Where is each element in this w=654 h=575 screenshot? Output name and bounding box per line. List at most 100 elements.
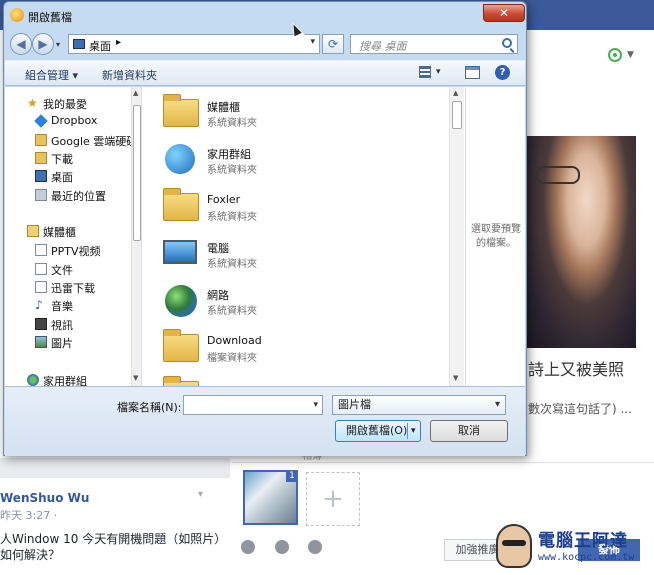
forward-button[interactable]: ▶ — [32, 33, 54, 55]
scroll-up-icon[interactable]: ▲ — [453, 89, 458, 97]
dropbox-icon — [34, 114, 48, 128]
dialog-footer: 檔案名稱(N): 圖片檔 開啟舊檔(O) ▾ 取消 — [5, 386, 525, 456]
open-button[interactable]: 開啟舊檔(O) ▾ — [335, 420, 421, 442]
file-list-scrollbar[interactable]: ▲ ▼ — [449, 87, 464, 386]
dialog-titlebar[interactable]: 開啟舊檔 ✕ — [4, 2, 526, 28]
search-input[interactable]: 搜尋 桌面 — [350, 34, 518, 54]
file-item-network[interactable]: 網路 系統資料夾 — [161, 281, 451, 325]
file-name: 電腦 — [207, 242, 229, 255]
address-bar[interactable]: 桌面 ▸ ▾ — [68, 34, 320, 54]
site-watermark: 電腦王阿達 www.kocpc.com.tw — [496, 524, 646, 572]
featured-subline: 數次寫這句話了) ... — [528, 402, 632, 416]
open-button-separator — [407, 423, 408, 439]
nav-item-label: Dropbox — [51, 114, 98, 127]
file-type: 檔案資料夾 — [207, 353, 257, 364]
refresh-button[interactable]: ⟳ — [322, 34, 344, 54]
file-name: 媒體櫃 — [207, 101, 240, 114]
file-type: 系統資料夾 — [207, 118, 257, 129]
preview-pane: 選取要預覽的檔案。 — [465, 87, 525, 386]
scroll-down-icon[interactable]: ▼ — [133, 374, 138, 382]
file-item-foxler[interactable]: Foxler 系統資料夾 — [161, 187, 451, 231]
desktop-icon — [73, 39, 85, 49]
post-author[interactable]: WenShuo Wu — [0, 491, 89, 505]
add-photo-button[interactable]: + — [306, 472, 360, 526]
post-options-icon[interactable]: ▾ — [198, 489, 210, 500]
background-divider — [0, 458, 230, 478]
library-icon — [27, 225, 39, 237]
pictures-icon — [35, 336, 47, 348]
history-dropdown-icon[interactable]: ▾ — [56, 40, 60, 49]
new-folder-button[interactable]: 新增資料夾 — [102, 67, 157, 83]
recent-icon — [35, 189, 47, 201]
app-icon — [10, 8, 24, 22]
chevron-down-icon[interactable]: ▼ — [627, 50, 634, 60]
emoji-icon[interactable] — [241, 540, 255, 554]
search-placeholder: 搜尋 桌面 — [359, 40, 407, 53]
user-folder-icon — [161, 187, 201, 227]
attached-photo-thumb[interactable]: 1 — [243, 470, 298, 525]
folder-icon — [161, 328, 201, 368]
library-icon — [161, 93, 201, 133]
folder-icon — [35, 281, 47, 293]
nav-item-label: 文件 — [51, 264, 73, 277]
scroll-down-icon[interactable]: ▼ — [453, 374, 458, 382]
photo-count-badge: 1 — [286, 470, 298, 482]
folder-icon — [161, 375, 201, 386]
nav-item-label: Google 雲端硬碟 — [51, 135, 138, 148]
filetype-select[interactable]: 圖片檔 — [332, 395, 506, 415]
close-button[interactable]: ✕ — [483, 4, 525, 22]
file-name: 家用群組 — [207, 148, 251, 161]
folder-icon — [35, 244, 47, 256]
navigation-pane: ★ 我的最愛 Dropbox Google 雲端硬碟 下載 桌面 最近的位置 媒… — [5, 87, 142, 386]
dialog-title: 開啟舊檔 — [28, 11, 72, 24]
file-name: Foxler — [207, 193, 241, 206]
address-dropdown-icon[interactable]: ▾ — [310, 37, 315, 47]
post-timestamp[interactable]: 昨天 3:27 · — [0, 507, 57, 523]
open-options-dropdown-icon[interactable]: ▾ — [411, 421, 416, 441]
nav-item-label: 最近的位置 — [51, 190, 106, 203]
nav-item-label: 圖片 — [51, 337, 73, 350]
nav-item-label: 我的最愛 — [43, 98, 87, 111]
video-icon — [35, 318, 47, 330]
add-friend-icon[interactable] — [608, 48, 622, 62]
navigation-bar: ◀ ▶ ▾ 桌面 ▸ ▾ ⟳ 搜尋 桌面 — [4, 30, 526, 60]
file-item-libraries[interactable]: 媒體櫃 系統資料夾 — [161, 93, 451, 137]
target-icon[interactable] — [308, 540, 322, 554]
organize-button[interactable]: 組合管理 ▾ — [25, 67, 78, 83]
open-button-label: 開啟舊檔(O) — [346, 424, 408, 437]
file-item-computer[interactable]: 電腦 系統資料夾 — [161, 234, 451, 278]
featured-headline[interactable]: 詩上又被美照 — [528, 356, 624, 380]
nav-item-label: 音樂 — [51, 300, 73, 313]
view-dropdown-icon[interactable]: ▾ — [436, 67, 441, 77]
downloads-icon — [35, 152, 47, 164]
star-icon: ★ — [27, 96, 38, 110]
nav-item-label: 迅雷下载 — [51, 282, 95, 295]
help-icon[interactable]: ? — [495, 65, 510, 80]
homegroup-icon — [161, 140, 201, 180]
location-icon[interactable] — [275, 540, 289, 554]
file-item-download[interactable]: Download 檔案資料夾 — [161, 328, 451, 372]
nav-item-label: 下載 — [51, 153, 73, 166]
file-name: Download — [207, 334, 262, 347]
featured-photo[interactable] — [526, 136, 636, 348]
back-button[interactable]: ◀ — [10, 33, 32, 55]
dialog-content: ★ 我的最愛 Dropbox Google 雲端硬碟 下載 桌面 最近的位置 媒… — [5, 87, 525, 386]
watermark-title: 電腦王阿達 — [538, 531, 628, 551]
drive-icon — [35, 134, 47, 146]
music-icon: ♪ — [35, 298, 43, 312]
cancel-button[interactable]: 取消 — [430, 420, 508, 442]
filename-input[interactable] — [183, 395, 323, 415]
file-scroll-thumb[interactable] — [452, 101, 462, 129]
view-options-icon[interactable] — [419, 66, 431, 78]
address-location[interactable]: 桌面 — [89, 38, 111, 54]
file-item-partial[interactable] — [161, 375, 451, 386]
preview-pane-icon[interactable] — [465, 66, 480, 79]
search-icon[interactable] — [502, 38, 512, 48]
file-item-homegroup[interactable]: 家用群組 系統資料夾 — [161, 140, 451, 184]
breadcrumb-chevron-icon[interactable]: ▸ — [116, 37, 121, 48]
open-file-dialog: 開啟舊檔 ✕ ◀ ▶ ▾ 桌面 ▸ ▾ ⟳ 搜尋 桌面 組合管理 ▾ 新增資料夾… — [3, 1, 527, 456]
nav-scroll-thumb[interactable] — [133, 105, 141, 241]
file-list: 媒體櫃 系統資料夾 家用群組 系統資料夾 Foxler 系統資料夾 電腦 系統資… — [143, 87, 465, 386]
scroll-up-icon[interactable]: ▲ — [133, 89, 138, 97]
nav-scrollbar[interactable]: ▲ ▼ — [131, 87, 141, 386]
